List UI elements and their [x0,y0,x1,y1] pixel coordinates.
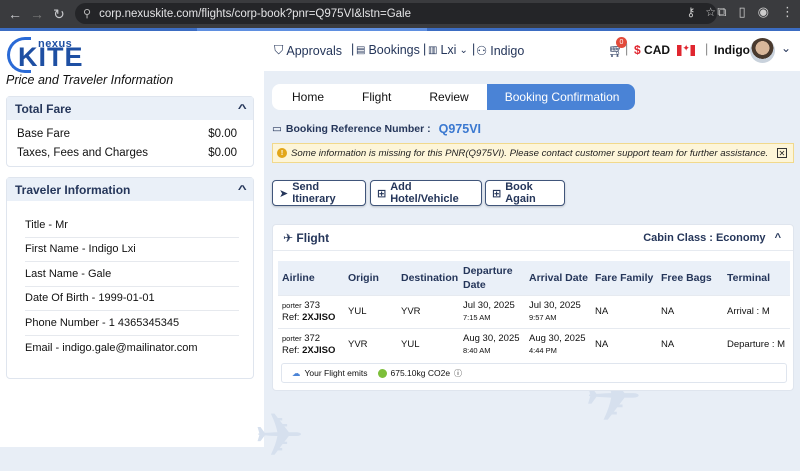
booking-reference-value: Q975VI [438,122,482,136]
col-fare-family: Fare Family [595,271,654,284]
book-again-button[interactable]: ⊞ Book Again [485,180,565,206]
traveler-first-name: First Name - Indigo Lxi [25,238,239,262]
plane-watermark-icon: ✈ [254,402,305,469]
breadcrumb-review[interactable]: Review [409,84,487,110]
reload-icon[interactable]: ↻ [48,3,70,25]
plus-square-icon: ⊞ [492,187,502,200]
col-arrival-date: Arrival Date [529,271,588,284]
extensions-icon[interactable]: ⧉ [717,4,726,20]
col-free-bags: Free Bags [661,271,712,284]
plus-square-icon: ⊞ [377,187,387,200]
traveler-info-header[interactable]: Traveler Information ^ [7,178,253,201]
main-content: ✈ ✈ Home Flight Review Booking Confirmat… [254,71,800,469]
user-menu[interactable]: Indigo [714,43,750,57]
sidepanel-icon[interactable]: ▯ [739,4,746,20]
breadcrumb-booking-confirmation[interactable]: Booking Confirmation [486,84,636,110]
chevron-up-icon[interactable]: ^ [237,103,246,115]
nav-approvals[interactable]: ⛉ Approvals [274,43,342,58]
leaf-icon [377,368,387,378]
url-text: corp.nexuskite.com/flights/corp-book?pnr… [99,7,412,20]
send-itinerary-button[interactable]: ➤ Send Itinerary [272,180,366,206]
sidebar: nexus KITE Price and Traveler Informatio… [0,31,264,447]
nav-lxi-dropdown[interactable]: ▥ Lxi ⌄ [428,43,468,57]
chevron-down-icon: ⌄ [459,44,468,56]
col-destination: Destination [401,271,459,284]
nexuskite-logo[interactable]: nexus KITE [6,33,96,75]
building-icon: ▥ [428,44,438,56]
breadcrumb: Home Flight Review Booking Confirmation [272,84,636,110]
flight-card: ✈ Flight Cabin Class : Economy ^ Airline… [272,224,794,391]
traveler-title: Title - Mr [25,213,239,238]
back-icon[interactable]: ← [4,3,26,25]
col-terminal: Terminal [727,271,770,284]
plane-icon: ✈ [283,230,294,245]
chevron-up-icon[interactable]: ^ [237,184,246,196]
send-icon: ➤ [279,187,289,200]
traveler-email: Email - indigo.gale@mailinator.com [25,341,198,354]
col-airline: Airline [282,271,315,284]
breadcrumb-home[interactable]: Home [272,84,343,110]
table-row: porter 372 Ref: 2XJISO YVR YUL Aug 30, 20… [278,327,790,361]
traveler-dob: Date Of Birth - 1999-01-01 [25,287,239,311]
page-title: Price and Traveler Information [6,73,174,87]
col-departure-date: Departure Date [463,264,513,291]
traveler-last-name: Last Name - Gale [25,262,239,287]
nav-indigo[interactable]: ⚇ Indigo [476,43,524,59]
total-fare-panel: Total Fare ^ Base Fare $0.00 Taxes, Fees … [6,96,254,167]
currency-selector[interactable]: $ CAD [634,43,696,57]
booking-reference: ▭ Booking Reference Number : Q975VI [272,122,482,136]
shield-check-icon: ⛉ [274,43,284,57]
menu-icon[interactable]: ⋮ [781,4,794,20]
chevron-up-icon[interactable]: ^ [775,232,781,244]
top-navigation: ⛉ Approvals | ▤ Bookings | ▥ Lxi ⌄ | ⚇ Indigo… [264,31,800,71]
calendar-icon: ▤ [356,44,366,56]
profile-icon[interactable]: ◉ [758,4,769,20]
site-info-icon[interactable]: ⚲ [83,7,91,20]
fare-row-taxes: Taxes, Fees and Charges $0.00 [17,146,237,159]
col-origin: Origin [348,271,379,284]
cabin-class: Cabin Class : Economy [643,231,766,244]
chevron-down-icon[interactable]: ⌄ [781,41,791,55]
flight-table: Airline Origin Destination Departure Dat… [278,261,790,361]
traveler-info-panel: Traveler Information ^ Title - Mr First … [6,177,254,379]
info-icon[interactable]: ⓘ [454,368,462,379]
add-hotel-vehicle-button[interactable]: ⊞ Add Hotel/Vehicle [370,180,482,206]
fare-row-base: Base Fare $0.00 [17,127,237,140]
address-bar[interactable]: ⚲ corp.nexuskite.com/flights/corp-book?p… [75,3,717,24]
user-icon: ⚇ [476,44,488,58]
avatar[interactable] [750,38,775,63]
co2-emissions-bar: ☁ Your Flight emits 675.10kg CO2e ⓘ [281,363,787,383]
cloud-leaf-icon: ☁ [292,367,301,378]
ticket-icon: ▭ [272,123,282,135]
warning-banner: ! Some information is missing for this P… [272,143,794,163]
bookmark-star-icon[interactable]: ☆ [705,5,716,19]
canada-flag-icon [677,43,696,57]
forward-icon[interactable]: → [26,3,48,25]
browser-toolbar: ← → ↻ ⚲ corp.nexuskite.com/flights/corp-… [0,0,800,28]
table-row: porter 373 Ref: 2XJISO YUL YVR Jul 30, 20… [278,294,790,328]
nav-bookings[interactable]: ▤ Bookings [356,43,420,57]
key-icon[interactable]: ⚷ [686,5,695,19]
warning-icon: ! [277,148,287,158]
traveler-phone: Phone Number - 1 4365345345 [25,311,239,336]
total-fare-header[interactable]: Total Fare ^ [7,97,253,120]
close-icon[interactable]: ✕ [777,148,787,158]
flight-card-header[interactable]: ✈ Flight Cabin Class : Economy ^ [273,225,793,251]
breadcrumb-flight[interactable]: Flight [342,84,410,110]
